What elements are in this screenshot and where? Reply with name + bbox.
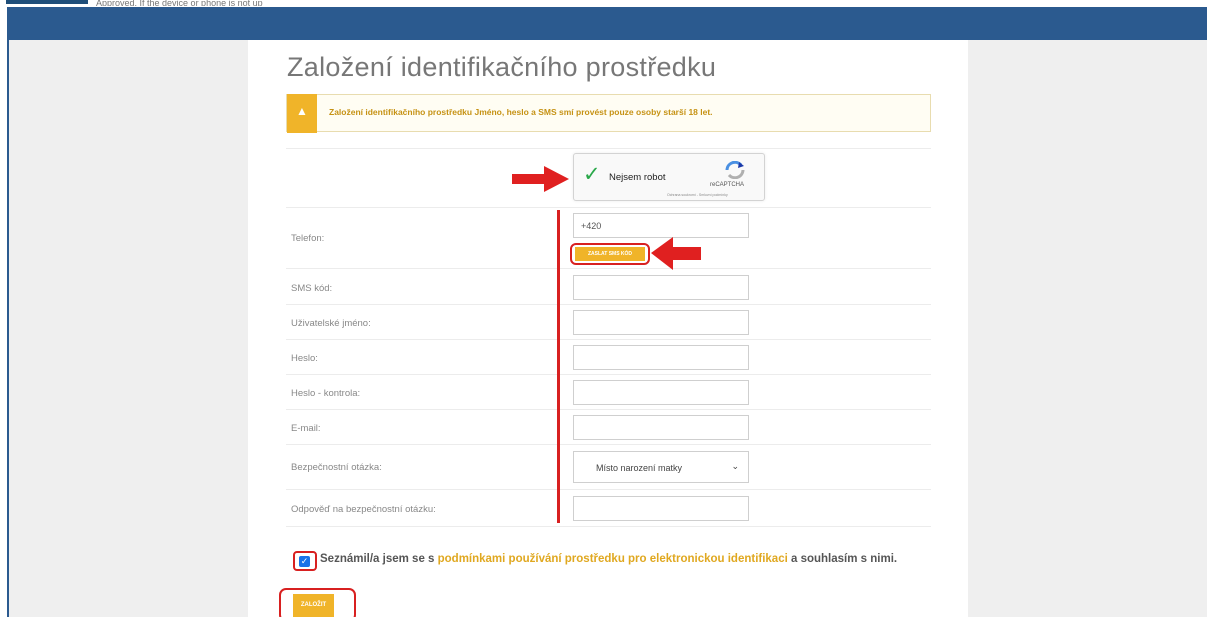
divider [286,148,931,149]
annotation-arrow-right-icon [512,166,569,192]
divider [286,444,931,445]
alert-text: Založení identifikačního prostředku Jmén… [329,107,713,117]
security-question-select[interactable]: Místo narození matky ⌄ [573,451,749,483]
security-question-value: Místo narození matky [596,463,683,473]
chevron-down-icon: ⌄ [731,461,739,471]
security-answer-label: Odpověď na bezpečnostní otázku: [291,504,436,515]
checkmark-icon: ✓ [583,163,601,186]
username-input[interactable] [573,310,749,335]
captcha-brand: reCAPTCHA [710,182,745,188]
agreement-suffix: a souhlasím s nimi. [787,553,898,565]
email-input[interactable] [573,415,749,440]
divider [286,489,931,490]
phone-label: Telefon: [291,233,325,244]
send-sms-annotation: ZASLAT SMS KÓD [570,243,650,265]
password-input[interactable] [573,345,749,370]
phone-input[interactable] [573,213,749,238]
email-label: E-mail: [291,423,321,434]
captcha-terms[interactable]: Ochrana soukromí - Smluvní podmínky [667,193,728,197]
annotation-vertical-line [557,210,560,523]
agree-checkbox-annotation: ✓ [293,551,317,571]
password-confirm-input[interactable] [573,380,749,405]
recaptcha-widget[interactable]: ✓ Nejsem robot reCAPTCHA Ochrana soukrom… [573,153,765,201]
submit-annotation: ZALOŽIT [279,588,356,617]
recaptcha-logo-icon [725,161,745,179]
divider [286,526,931,527]
divider [286,374,931,375]
security-question-label: Bezpečnostní otázka: [291,462,382,473]
username-label: Uživatelské jméno: [291,318,371,329]
top-cutoff-text: Approved. If the device or phone is not … [96,0,263,6]
age-warning-alert: ▲ Založení identifikačního prostředku Jm… [286,94,931,133]
terms-link[interactable]: podmínkami používání prostředku pro elek… [438,553,788,565]
navbar [9,7,1207,40]
top-strip-mark [6,0,88,4]
annotation-arrow-left-icon [651,237,701,270]
sms-code-label: SMS kód: [291,283,333,294]
captcha-label: Nejsem robot [609,172,666,183]
send-sms-button[interactable]: ZASLAT SMS KÓD [575,247,645,261]
divider [286,207,931,208]
sms-code-input[interactable] [573,275,749,300]
divider [286,268,931,269]
password-label: Heslo: [291,353,318,364]
warning-icon: ▲ [287,94,317,133]
security-answer-input[interactable] [573,496,749,521]
submit-button[interactable]: ZALOŽIT [293,594,334,617]
page-title: Založení identifikačního prostředku [287,52,717,82]
agreement-text: Seznámil/a jsem se s podmínkami používán… [320,553,897,565]
divider [286,304,931,305]
agreement-prefix: Seznámil/a jsem se s [320,553,438,565]
password-confirm-label: Heslo - kontrola: [291,388,361,399]
divider [286,339,931,340]
agree-checkbox[interactable]: ✓ [299,556,310,567]
divider [286,409,931,410]
